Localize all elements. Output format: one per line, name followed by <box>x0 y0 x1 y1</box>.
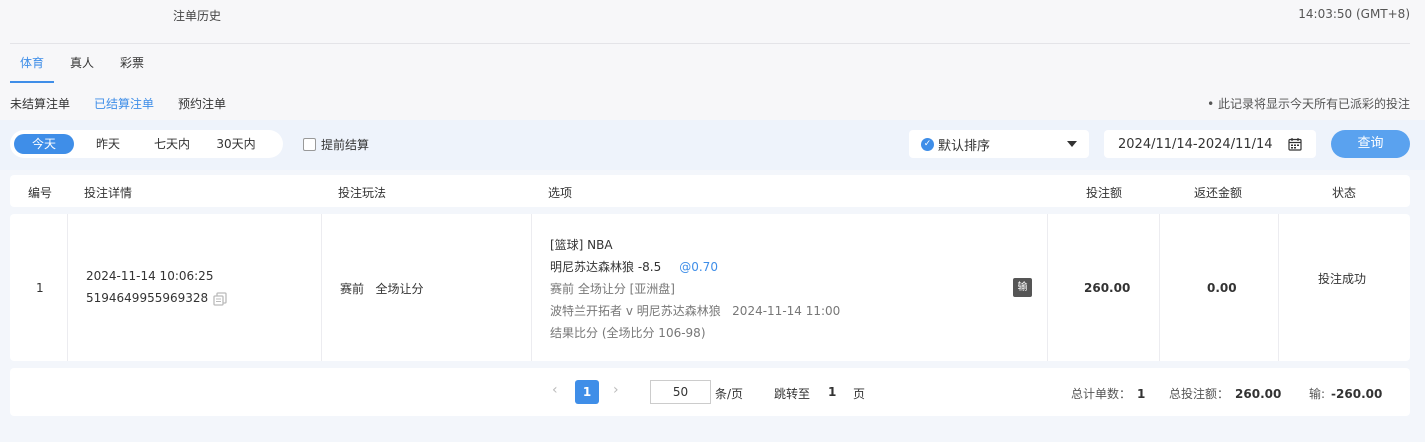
column-divider <box>531 214 532 361</box>
tab-settled[interactable]: 已结算注单 <box>94 95 154 112</box>
total-count: 总计单数： 1 <box>1071 385 1145 402</box>
col-no: 编号 <box>28 186 53 200</box>
bet-amount: 260.00 <box>1084 281 1131 295</box>
early-settle-label: 提前结算 <box>321 138 370 152</box>
total-bet-label: 总投注额： <box>1169 387 1230 401</box>
page-1-button[interactable]: 1 <box>575 380 599 404</box>
calendar-icon <box>1288 138 1302 151</box>
total-count-label: 总计单数： <box>1071 387 1132 401</box>
range-30days-button[interactable]: 30天内 <box>206 134 266 154</box>
col-refund: 返还金额 <box>1194 186 1243 200</box>
row-no: 1 <box>36 281 44 295</box>
column-divider <box>321 214 322 361</box>
bet-pick-line: 明尼苏达森林狼 -8.5 @0.70 <box>550 258 718 275</box>
col-detail: 投注详情 <box>84 186 133 200</box>
query-button[interactable]: 查询 <box>1331 130 1410 158</box>
sort-label: 默认排序 <box>938 138 991 154</box>
col-status: 状态 <box>1332 186 1357 200</box>
bet-status: 投注成功 <box>1318 272 1367 286</box>
total-count-value: 1 <box>1137 387 1146 401</box>
bet-sport: [篮球] NBA <box>550 238 613 252</box>
copy-icon[interactable] <box>213 291 227 306</box>
lose-badge: 输 <box>1013 278 1032 297</box>
column-divider <box>1047 214 1048 361</box>
total-bet: 总投注额： 260.00 <box>1169 385 1281 402</box>
column-divider <box>67 214 68 361</box>
top-area: 注单历史 14:03:50 (GMT+8) 体育 真人 彩票 未结算注单 已结算… <box>0 0 1425 120</box>
table-row: 1 2024-11-14 10:06:25 5194649955969328 赛… <box>10 214 1410 361</box>
date-range-value: 2024/11/14-2024/11/14 <box>1118 136 1273 152</box>
refund-amount: 0.00 <box>1207 281 1237 295</box>
date-range-picker[interactable]: 2024/11/14-2024/11/14 <box>1104 130 1316 158</box>
date-range-group: 今天 昨天 七天内 30天内 <box>10 130 283 158</box>
per-page-label: 条/页 <box>715 387 744 401</box>
divider <box>10 43 1410 44</box>
prev-page-icon[interactable]: ‹ <box>552 382 558 398</box>
bet-id: 5194649955969328 <box>86 291 209 305</box>
bet-status-tabs: 未结算注单 已结算注单 预约注单 <box>10 95 250 112</box>
jump-label: 跳转至 <box>774 387 811 401</box>
table-header: 编号 投注详情 投注玩法 选项 投注额 返还金额 状态 <box>10 175 1410 207</box>
early-settle-toggle[interactable]: 提前结算 <box>303 136 369 153</box>
next-page-icon[interactable]: › <box>613 382 619 398</box>
lose-value: -260.00 <box>1331 387 1383 401</box>
bet-play: 赛前 全场让分 <box>340 282 424 296</box>
bet-match: 波特兰开拓者 v 明尼苏达森林狼 2024-11-14 11:00 <box>550 304 841 318</box>
chevron-down-icon <box>1067 141 1077 147</box>
sort-select[interactable]: ✓ 默认排序 <box>909 130 1089 158</box>
lose-label: 输: <box>1309 387 1326 401</box>
check-icon: ✓ <box>921 137 934 151</box>
range-yesterday-button[interactable]: 昨天 <box>78 134 138 154</box>
column-divider <box>1159 214 1160 361</box>
early-settle-checkbox[interactable] <box>303 138 316 151</box>
notice-text: • 此记录将显示今天所有已派彩的投注 <box>1207 97 1410 111</box>
tab-unsettled[interactable]: 未结算注单 <box>10 95 70 112</box>
clock: 14:03:50 (GMT+8) <box>1298 7 1410 21</box>
bet-odds: @0.70 <box>679 260 718 274</box>
col-amount: 投注额 <box>1086 186 1123 200</box>
bet-id-wrap: 5194649955969328 <box>86 291 227 306</box>
bet-result: 结果比分 (全场比分 106-98) <box>550 326 706 340</box>
bet-datetime: 2024-11-14 10:06:25 <box>86 269 214 283</box>
bet-market: 赛前 全场让分 [亚洲盘] <box>550 282 675 296</box>
page-title: 注单历史 <box>173 9 222 23</box>
filter-bar: 今天 昨天 七天内 30天内 提前结算 ✓ 默认排序 2024/11/14-20… <box>0 120 1425 170</box>
tab-lottery[interactable]: 彩票 <box>110 55 154 83</box>
tab-reserved[interactable]: 预约注单 <box>178 95 226 112</box>
page-label: 页 <box>853 387 866 401</box>
range-7days-button[interactable]: 七天内 <box>142 134 202 154</box>
tab-sports[interactable]: 体育 <box>10 55 55 83</box>
jump-input[interactable]: 1 <box>828 385 836 399</box>
range-today-button[interactable]: 今天 <box>14 134 74 154</box>
col-option: 选项 <box>548 186 573 200</box>
lose-total: 输: -260.00 <box>1309 385 1382 402</box>
col-play: 投注玩法 <box>338 186 387 200</box>
column-divider <box>1278 214 1279 361</box>
total-bet-value: 260.00 <box>1235 387 1282 401</box>
bet-pick: 明尼苏达森林狼 -8.5 <box>550 260 662 274</box>
tab-live[interactable]: 真人 <box>60 55 104 83</box>
pagination-bar: ‹ 1 › 50 条/页 跳转至 1 页 总计单数： 1 总投注额： 260.00 … <box>10 368 1410 416</box>
product-tabs: 体育 真人 彩票 <box>10 55 160 83</box>
page-size-input[interactable]: 50 <box>650 380 711 404</box>
